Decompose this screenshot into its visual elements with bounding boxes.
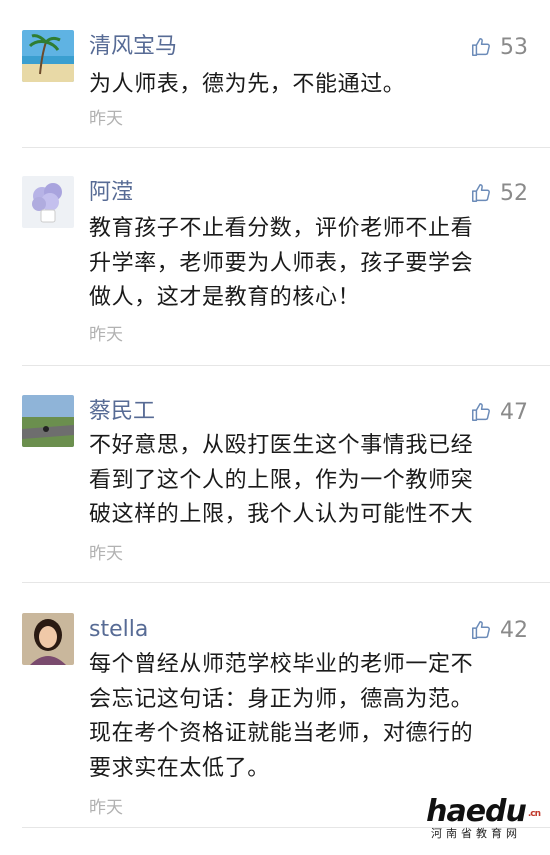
like-button[interactable]: 53 xyxy=(470,32,528,62)
thumbs-up-icon xyxy=(472,403,490,421)
like-button[interactable]: 47 xyxy=(470,397,528,427)
watermark-subtitle: 河南省教育网 xyxy=(431,827,521,840)
thumbs-up-icon xyxy=(472,184,490,202)
comment-line: 现在考个资格证就能当老师，对德行的 xyxy=(89,721,474,746)
portrait-avatar-icon xyxy=(22,613,74,665)
beach-avatar-icon xyxy=(22,30,74,82)
comment-line: 要求实在太低了。 xyxy=(89,755,270,781)
like-button[interactable]: 52 xyxy=(470,178,528,208)
comment-time: 昨天 xyxy=(89,109,123,129)
commenter-name[interactable]: stella xyxy=(89,615,148,645)
commenter-name[interactable]: 清风宝马 xyxy=(89,32,177,62)
comment-time: 昨天 xyxy=(89,798,123,818)
commenter-name[interactable]: 蔡民工 xyxy=(89,397,155,427)
flower-avatar-icon xyxy=(22,176,74,228)
thumbs-up-icon xyxy=(472,38,490,56)
comment-line: 教育孩子不止看分数，评价老师不止看 xyxy=(89,216,474,241)
comment-time: 昨天 xyxy=(89,325,123,345)
comment-time: 昨天 xyxy=(89,544,123,564)
comment-text: 教育孩子不止看分数，评价老师不止看 升学率，老师要为人师表，孩子要学会 做人，这… xyxy=(89,212,529,316)
like-count: 53 xyxy=(500,34,528,60)
comment-line: 每个曾经从师范学校毕业的老师一定不 xyxy=(89,652,474,677)
comment-item: 清风宝马 53 为人师表，德为先，不能通过。 昨天 xyxy=(0,30,550,148)
watermark-logo: haedu .cn xyxy=(426,794,541,829)
comment-text: 为人师表，德为先，不能通过。 xyxy=(89,68,529,103)
comment-line: 不好意思，从殴打医生这个事情我已经 xyxy=(89,433,474,458)
avatar[interactable] xyxy=(22,395,74,447)
thumbs-up-icon xyxy=(472,621,490,639)
like-count: 52 xyxy=(500,180,528,206)
like-count: 42 xyxy=(500,617,528,643)
comment-line: 做人，这才是教育的核心！ xyxy=(89,285,361,310)
comment-text: 每个曾经从师范学校毕业的老师一定不 会忘记这句话：身正为师，德高为范。 现在考个… xyxy=(89,648,529,786)
commenter-name[interactable]: 阿滢 xyxy=(89,178,133,208)
like-count: 47 xyxy=(500,399,528,425)
avatar[interactable] xyxy=(22,30,74,82)
comment-line: 升学率，老师要为人师表，孩子要学会 xyxy=(89,250,474,276)
comment-item: 阿滢 52 教育孩子不止看分数，评价老师不止看 升学率，老师要为人师表，孩子要学… xyxy=(0,176,550,366)
comment-item: 蔡民工 47 不好意思，从殴打医生这个事情我已经 看到了这个人的上限，作为一个教… xyxy=(0,395,550,583)
comment-text: 不好意思，从殴打医生这个事情我已经 看到了这个人的上限，作为一个教师突 破这样的… xyxy=(89,429,529,533)
comment-line: 破这样的上限，我个人认为可能性不大 xyxy=(89,502,474,527)
road-avatar-icon xyxy=(22,395,74,447)
comment-line: 看到了这个人的上限，作为一个教师突 xyxy=(89,467,474,493)
avatar[interactable] xyxy=(22,176,74,228)
site-watermark: haedu .cn 河南省教育网 xyxy=(416,794,541,841)
avatar[interactable] xyxy=(22,613,74,665)
comment-line: 为人师表，德为先，不能通过。 xyxy=(89,72,406,97)
like-button[interactable]: 42 xyxy=(470,615,528,645)
comment-line: 会忘记这句话：身正为师，德高为范。 xyxy=(89,686,474,712)
